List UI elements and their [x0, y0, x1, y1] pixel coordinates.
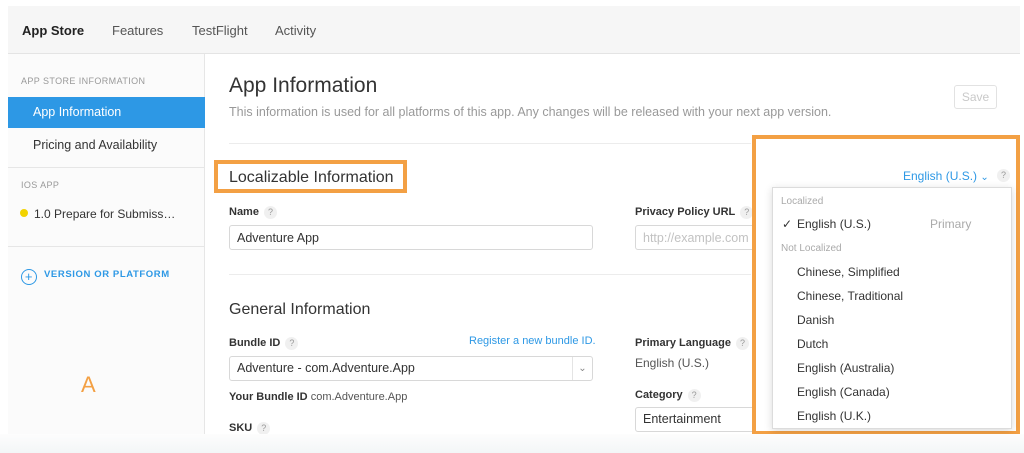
add-version-button[interactable]: + VERSION OR PLATFORM	[21, 269, 170, 285]
menu-item-label: English (U.S.)	[797, 217, 872, 231]
menu-item-english-canada[interactable]: English (Canada)	[773, 381, 1011, 403]
bundle-id-value: Adventure - com.Adventure.App	[237, 361, 415, 375]
name-label-text: Name	[229, 206, 259, 218]
language-dropdown-menu: Localized ✓ English (U.S.) Primary Not L…	[772, 187, 1012, 429]
question-mark-icon[interactable]: ?	[735, 337, 749, 350]
top-navigation: App Store Features TestFlight Activity	[8, 6, 1020, 54]
register-bundle-link[interactable]: Register a new bundle ID.	[469, 335, 596, 347]
name-input[interactable]	[229, 225, 593, 250]
question-mark-icon[interactable]: ?	[263, 206, 277, 219]
sidebar: APP STORE INFORMATION App Information Pr…	[8, 54, 205, 434]
question-mark-icon[interactable]: ?	[997, 169, 1010, 182]
menu-item-danish[interactable]: Danish	[773, 309, 1011, 331]
sidebar-heading-app-store: APP STORE INFORMATION	[21, 76, 146, 86]
category-label: Category?	[635, 389, 701, 402]
highlight-annotation	[214, 160, 407, 193]
sidebar-version-label: 1.0 Prepare for Submiss…	[34, 207, 176, 221]
your-bundle-id-value: com.Adventure.App	[310, 391, 408, 403]
language-panel: English (U.S.) ⌄ ? Localized ✓ English (…	[752, 135, 1020, 435]
chevron-down-icon: ⌄	[980, 172, 989, 183]
divider	[229, 143, 751, 144]
watermark-letter: A	[81, 372, 96, 397]
sidebar-item-version[interactable]: 1.0 Prepare for Submiss…	[20, 207, 175, 221]
sidebar-divider	[8, 246, 205, 247]
sidebar-item-app-information[interactable]: App Information	[8, 97, 205, 128]
menu-item-english-australia[interactable]: English (Australia)	[773, 357, 1011, 379]
menu-item-dutch[interactable]: Dutch	[773, 333, 1011, 355]
sku-label-text: SKU	[229, 422, 253, 434]
primary-language-label: Primary Language?	[635, 337, 749, 350]
bundle-id-label-text: Bundle ID	[229, 337, 281, 349]
category-value: Entertainment	[643, 412, 721, 426]
menu-item-english-uk[interactable]: English (U.K.)	[773, 405, 1011, 427]
divider	[229, 274, 751, 275]
primary-tag: Primary	[930, 217, 972, 231]
chevron-down-icon: ⌄	[572, 357, 592, 380]
checkmark-icon: ✓	[782, 217, 793, 231]
privacy-url-input[interactable]	[635, 225, 765, 250]
your-bundle-id-label-text: Your Bundle ID	[229, 391, 308, 403]
menu-item-chinese-simplified[interactable]: Chinese, Simplified	[773, 261, 1011, 283]
category-select[interactable]: Entertainment	[635, 407, 755, 432]
tab-app-store[interactable]: App Store	[22, 23, 84, 38]
language-current: English (U.S.)	[903, 169, 978, 183]
bundle-id-label: Bundle ID?	[229, 337, 299, 350]
add-version-label: VERSION OR PLATFORM	[44, 269, 170, 280]
save-button[interactable]: Save	[954, 85, 997, 109]
page-subtitle: This information is used for all platfor…	[229, 105, 832, 119]
tab-features[interactable]: Features	[112, 23, 163, 38]
menu-item-english-us[interactable]: ✓ English (U.S.) Primary	[773, 213, 1011, 235]
menu-heading-localized: Localized	[781, 196, 824, 207]
your-bundle-id-label: Your Bundle ID com.Adventure.App	[229, 391, 407, 403]
page-footer-fade	[0, 434, 1024, 453]
name-label: Name?	[229, 206, 277, 219]
privacy-label: Privacy Policy URL?	[635, 206, 754, 219]
language-selector[interactable]: English (U.S.) ⌄	[903, 169, 989, 183]
question-mark-icon[interactable]: ?	[285, 337, 299, 350]
page-title: App Information	[229, 74, 378, 97]
question-mark-icon[interactable]: ?	[687, 389, 701, 402]
privacy-label-text: Privacy Policy URL	[635, 206, 736, 218]
bundle-id-select[interactable]: Adventure - com.Adventure.App ⌄	[229, 356, 593, 381]
menu-item-chinese-traditional[interactable]: Chinese, Traditional	[773, 285, 1011, 307]
category-label-text: Category	[635, 389, 683, 401]
tab-activity[interactable]: Activity	[275, 23, 316, 38]
plus-circle-icon: +	[21, 269, 37, 285]
section-title-general: General Information	[229, 301, 371, 318]
sidebar-heading-ios-app: iOS APP	[21, 180, 60, 190]
sidebar-divider	[8, 167, 205, 168]
sidebar-item-pricing[interactable]: Pricing and Availability	[8, 130, 205, 161]
status-dot-icon	[20, 209, 28, 217]
tab-testflight[interactable]: TestFlight	[192, 23, 248, 38]
menu-heading-not-localized: Not Localized	[781, 243, 842, 254]
primary-language-value: English (U.S.)	[635, 356, 710, 370]
primary-language-label-text: Primary Language	[635, 337, 731, 349]
